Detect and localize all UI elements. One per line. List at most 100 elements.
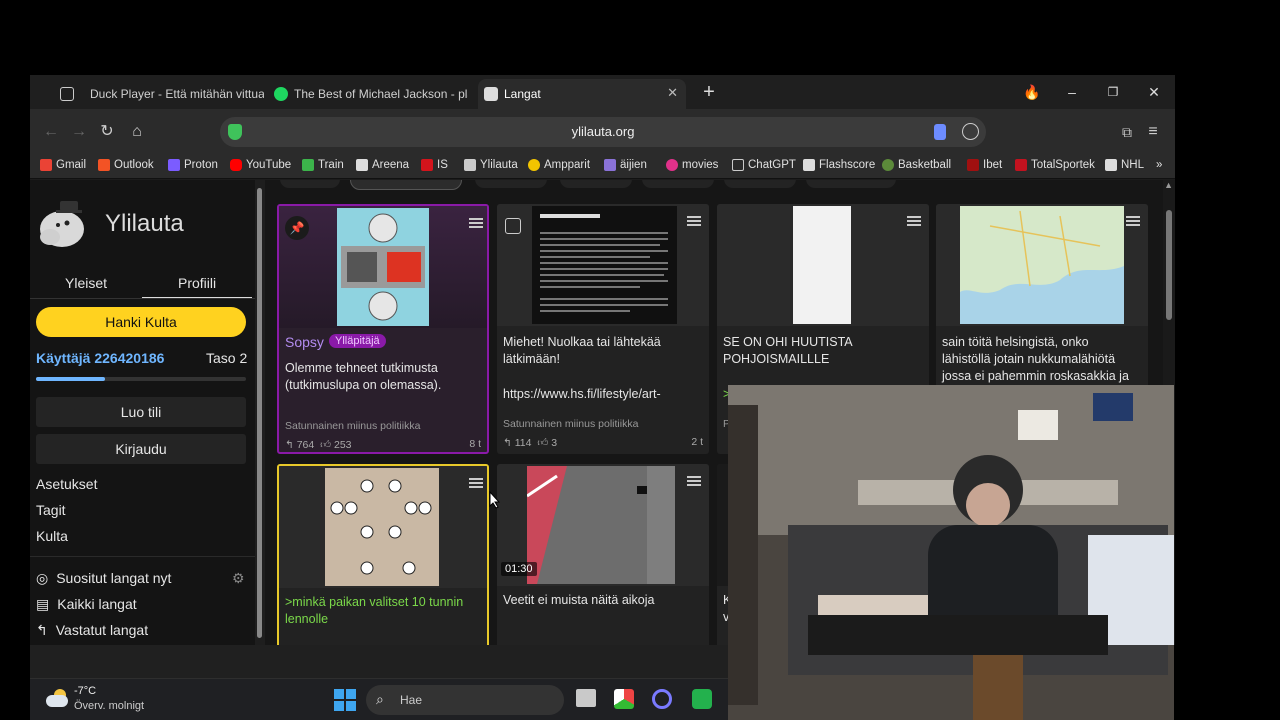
windows-start-icon[interactable] xyxy=(334,689,356,711)
bookmark-is[interactable]: IS xyxy=(421,159,448,171)
close-window-button[interactable]: ✕ xyxy=(1142,81,1166,103)
thread-title[interactable]: SE ON OHI HUUTISTA POHJOISMAILLLE xyxy=(723,334,919,368)
taskbar-search-box[interactable]: ⌕ Hae xyxy=(366,685,564,715)
forward-button[interactable]: → xyxy=(68,121,90,143)
chart-icon[interactable] xyxy=(505,218,521,234)
tags-link[interactable]: Tagit xyxy=(36,502,66,518)
get-gold-button[interactable]: Hanki Kulta xyxy=(36,307,246,337)
thread-title[interactable]: sain töitä helsingistä, onko lähistöllä … xyxy=(942,334,1138,385)
bookmark-aijien[interactable]: äijien xyxy=(604,159,647,171)
filter-pill[interactable] xyxy=(724,180,796,188)
login-button[interactable]: Kirjaudu xyxy=(36,434,246,464)
bookmark-icon[interactable] xyxy=(934,124,946,140)
app-icon-3[interactable] xyxy=(692,689,712,709)
url-text[interactable]: ylilauta.org xyxy=(220,117,986,147)
pin-icon[interactable]: 📌 xyxy=(285,216,309,240)
thread-thumbnail[interactable] xyxy=(497,204,709,326)
card-menu-icon[interactable] xyxy=(907,216,921,226)
thread-thumbnail[interactable] xyxy=(936,204,1148,326)
thread-card[interactable]: 01:30 Veetit ei muista näitä aikoja xyxy=(497,464,709,645)
assistant-icon[interactable] xyxy=(962,123,979,140)
nav-replied-threads[interactable]: ↰ Vastatut langat xyxy=(36,622,148,639)
tab-yleiset[interactable]: Yleiset xyxy=(65,275,107,291)
tab-profiili[interactable]: Profiili xyxy=(178,275,216,291)
app-icon-2[interactable] xyxy=(652,689,672,709)
card-menu-icon[interactable] xyxy=(1126,216,1140,226)
thread-thumbnail[interactable]: 📌 xyxy=(279,206,487,328)
minimize-button[interactable]: – xyxy=(1060,81,1084,103)
thread-title[interactable]: Olemme tehneet tutkimusta (tutkimuslupa … xyxy=(285,360,481,394)
ylilauta-logo[interactable] xyxy=(34,195,94,251)
filter-pill[interactable] xyxy=(560,180,632,188)
nav-popular-threads[interactable]: ◎ Suositut langat nyt xyxy=(36,570,171,587)
back-button[interactable]: ← xyxy=(40,121,62,143)
tab-spotify[interactable]: The Best of Michael Jackson - playl xyxy=(268,79,468,109)
filter-pill[interactable] xyxy=(642,180,714,188)
weather-icon[interactable] xyxy=(44,687,70,709)
close-tab-icon[interactable]: ✕ xyxy=(667,85,678,101)
thread-board[interactable]: Satunnainen miinus politiikka xyxy=(285,420,420,432)
bookmark-train[interactable]: Train xyxy=(302,159,344,171)
restore-button[interactable]: ❐ xyxy=(1101,81,1125,103)
bookmark-outlook[interactable]: Outlook xyxy=(98,159,154,171)
bookmark-ampparit[interactable]: Ampparit xyxy=(528,159,590,171)
bookmark-proton[interactable]: Proton xyxy=(168,159,218,171)
new-tab-button[interactable]: + xyxy=(697,81,721,103)
author-name[interactable]: Sopsy xyxy=(285,334,324,350)
bookmark-totalsportek[interactable]: TotalSportek xyxy=(1015,159,1095,171)
sidebar-scrollbar[interactable] xyxy=(255,180,265,645)
site-title[interactable]: Ylilauta xyxy=(105,210,184,238)
bookmark-youtube[interactable]: YouTube xyxy=(230,159,291,171)
thread-thumbnail[interactable] xyxy=(279,466,487,588)
home-button[interactable]: ⌂ xyxy=(126,121,148,143)
bookmark-ibet[interactable]: Ibet xyxy=(967,159,1002,171)
thread-thumbnail[interactable] xyxy=(717,204,929,326)
thread-link[interactable]: https://www.hs.fi/lifestyle/art- xyxy=(503,386,699,403)
bookmark-gmail[interactable]: Gmail xyxy=(40,159,86,171)
app-icon[interactable] xyxy=(614,689,634,709)
user-name[interactable]: Käyttäjä 226420186 xyxy=(36,350,164,366)
thread-title[interactable]: Veetit ei muista näitä aikoja xyxy=(503,592,699,609)
card-menu-icon[interactable] xyxy=(469,478,483,488)
thread-thumbnail[interactable]: 01:30 xyxy=(497,464,709,586)
menu-icon[interactable]: ≡ xyxy=(1142,121,1164,143)
settings-link[interactable]: Asetukset xyxy=(36,476,97,492)
bookmark-ylilauta[interactable]: Ylilauta xyxy=(464,159,518,171)
tab-duck-player[interactable]: Duck Player - Että mitähän vittua xyxy=(54,79,264,109)
filter-pill-active[interactable] xyxy=(350,180,462,190)
more-bookmarks-icon[interactable]: » xyxy=(1156,159,1162,171)
thread-card[interactable]: Miehet! Nuolkaa tai lähtekää lätkimään! … xyxy=(497,204,709,454)
weather-description[interactable]: Överv. molnigt xyxy=(74,700,144,712)
proton-icon xyxy=(168,159,180,171)
bookmark-movies[interactable]: movies xyxy=(666,159,718,171)
tab-langat[interactable]: Langat ✕ xyxy=(478,79,686,109)
bookmark-flashscore[interactable]: Flashscore xyxy=(803,159,875,171)
bookmark-basketball[interactable]: Basketball xyxy=(882,159,951,171)
bookmark-areena[interactable]: Areena xyxy=(356,159,409,171)
extensions-icon[interactable]: ⧉ xyxy=(1116,121,1138,143)
thread-card[interactable]: >minkä paikan valitset 10 tunnin lennoll… xyxy=(277,464,489,645)
weather-temperature[interactable]: -7°C xyxy=(74,685,96,697)
reload-button[interactable]: ↻ xyxy=(96,121,118,143)
filter-pill[interactable] xyxy=(280,180,340,188)
create-account-button[interactable]: Luo tili xyxy=(36,397,246,427)
thread-title[interactable]: >minkä paikan valitset 10 tunnin lennoll… xyxy=(285,594,481,628)
bookmark-nhl[interactable]: NHL xyxy=(1105,159,1144,171)
flame-icon[interactable]: 🔥 xyxy=(1020,81,1044,103)
tab-bar: Duck Player - Että mitähän vittua The Be… xyxy=(30,75,1175,109)
filter-pill[interactable] xyxy=(806,180,896,188)
card-menu-icon[interactable] xyxy=(469,218,483,228)
thread-board[interactable]: Satunnainen miinus politiikka xyxy=(503,418,638,430)
filter-pill[interactable] xyxy=(475,180,547,188)
nav-all-threads[interactable]: ▤ Kaikki langat xyxy=(36,596,137,613)
card-menu-icon[interactable] xyxy=(687,216,701,226)
thread-title[interactable]: Miehet! Nuolkaa tai lähtekää lätkimään! xyxy=(503,334,699,368)
scroll-up-arrow-icon[interactable]: ▲ xyxy=(1164,180,1173,190)
file-explorer-icon[interactable] xyxy=(576,689,596,707)
thread-card[interactable]: 📌 Sopsy Ylläpitäjä Olemme tehneet tutkim… xyxy=(277,204,489,454)
bookmark-chatgpt[interactable]: ChatGPT xyxy=(732,159,796,171)
card-menu-icon[interactable] xyxy=(687,476,701,486)
gold-link[interactable]: Kulta xyxy=(36,528,68,544)
gear-icon[interactable]: ⚙ xyxy=(232,570,245,587)
address-bar[interactable]: ylilauta.org xyxy=(220,117,986,147)
